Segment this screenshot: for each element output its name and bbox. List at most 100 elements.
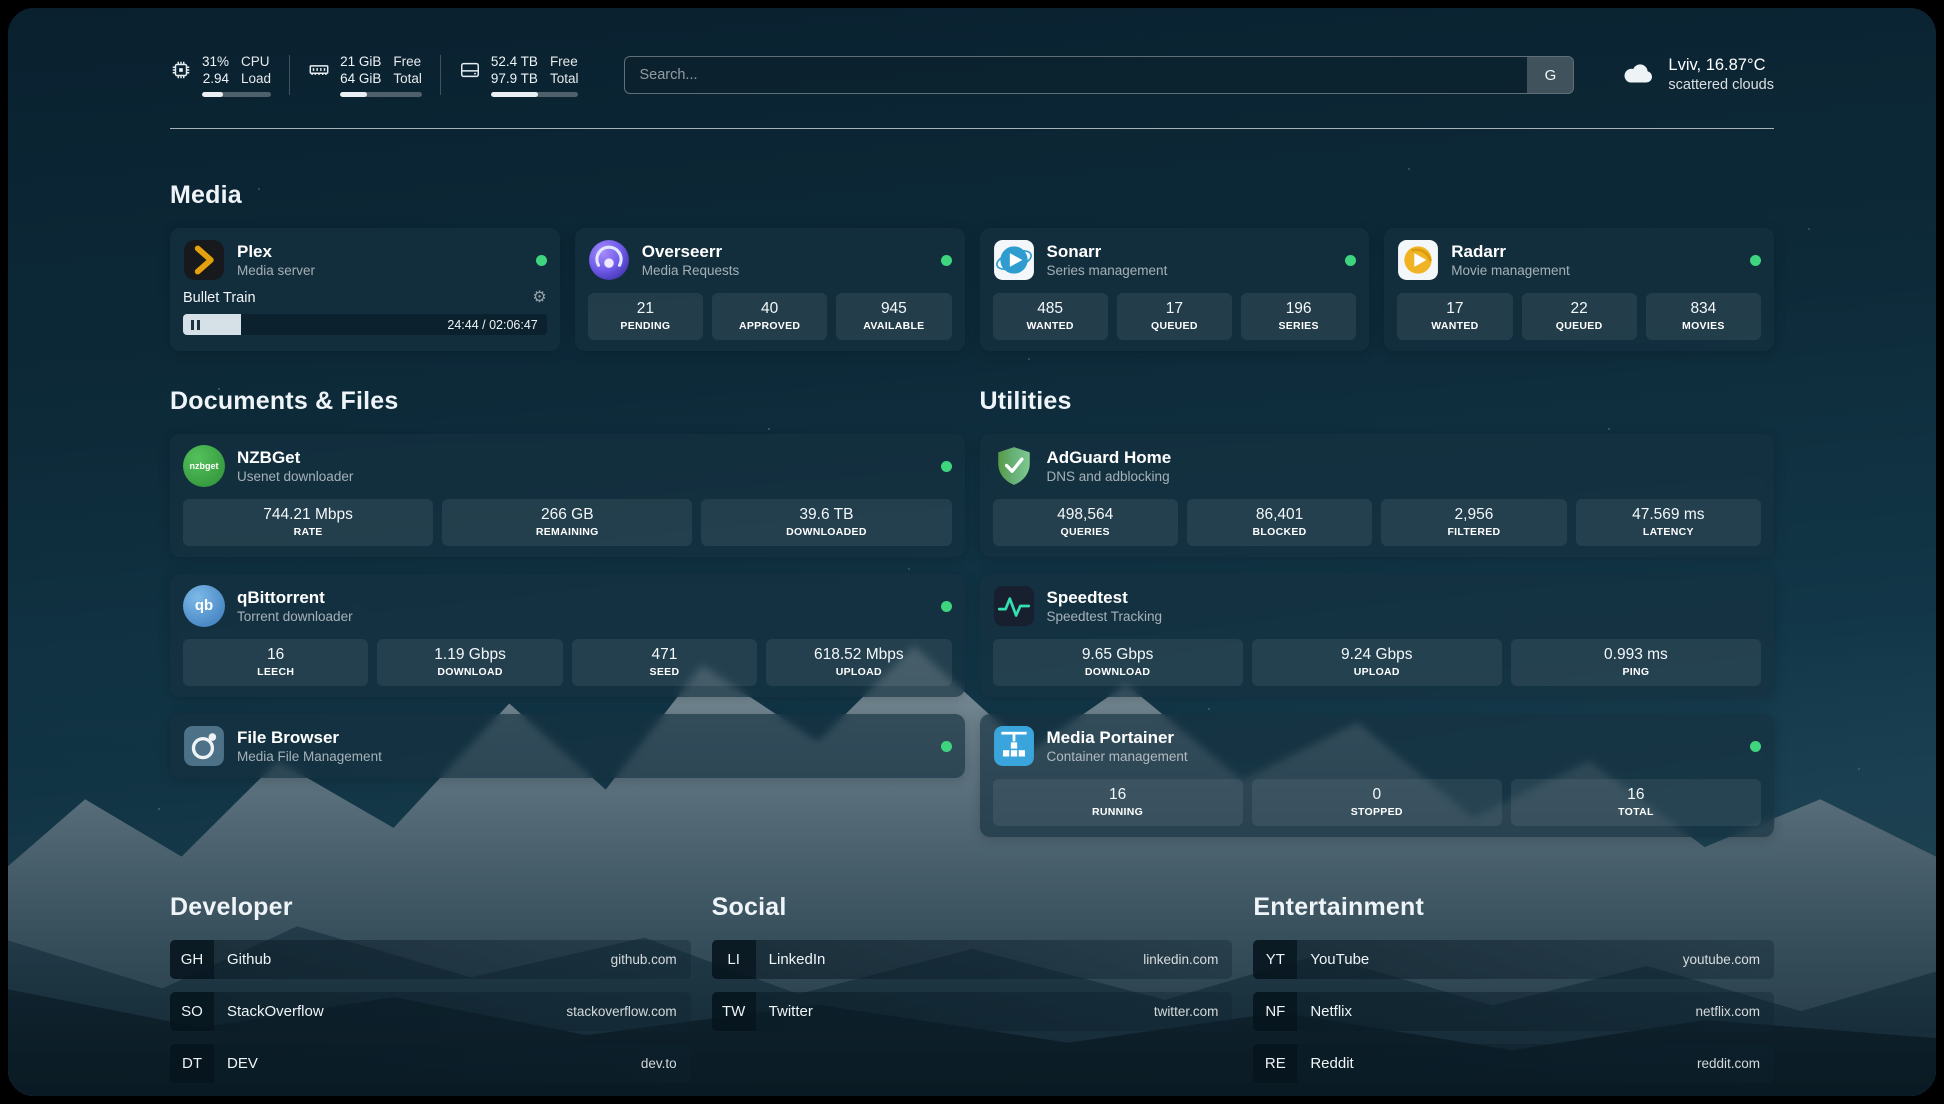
status-dot	[1345, 255, 1356, 266]
bookmark-abbr: TW	[712, 992, 756, 1031]
stat-stopped: 0 STOPPED	[1252, 779, 1502, 826]
bookmark-abbr: NF	[1253, 992, 1297, 1031]
weather-location: Lviv, 16.87°C	[1668, 55, 1774, 76]
service-desc: Speedtest Tracking	[1047, 608, 1163, 626]
sonarr-card[interactable]: Sonarr Series management 485 WANTED 17 Q…	[980, 228, 1370, 351]
status-dot	[941, 741, 952, 752]
bookmark-twitter[interactable]: TW Twitter twitter.com	[712, 992, 1233, 1031]
bookmark-name: LinkedIn	[769, 951, 826, 968]
separator	[440, 55, 441, 95]
service-desc: Media Requests	[642, 262, 740, 280]
stat-leech: 16 LEECH	[183, 639, 368, 686]
bookmark-url: reddit.com	[1697, 1056, 1760, 1071]
stat-series: 196 SERIES	[1241, 293, 1356, 340]
bookmark-stackoverflow[interactable]: SO StackOverflow stackoverflow.com	[170, 992, 691, 1031]
overseerr-card[interactable]: Overseerr Media Requests 21 PENDING 40 A…	[575, 228, 965, 351]
filebrowser-card[interactable]: File Browser Media File Management	[170, 714, 965, 778]
cpu-widget: 31% CPU 2.94 Load	[170, 53, 271, 97]
bookmark-dev[interactable]: DT DEV dev.to	[170, 1044, 691, 1083]
memory-free-value: 21 GiB	[340, 53, 381, 70]
topbar: 31% CPU 2.94 Load	[170, 48, 1774, 102]
stat-download: 9.65 Gbps DOWNLOAD	[993, 639, 1243, 686]
bookmark-github[interactable]: GH Github github.com	[170, 940, 691, 979]
cpu-load-label: Load	[241, 70, 271, 87]
disk-free-label: Free	[550, 53, 579, 70]
gear-icon[interactable]: ⚙	[532, 290, 546, 306]
qbittorrent-icon: qb	[183, 585, 225, 627]
stat-wanted: 17 WANTED	[1397, 293, 1512, 340]
plex-card[interactable]: Plex Media server Bullet Train ⚙ 24:44 /…	[170, 228, 560, 351]
service-name: qBittorrent	[237, 587, 353, 608]
memory-total-value: 64 GiB	[340, 70, 381, 87]
service-desc: Usenet downloader	[237, 468, 353, 486]
bookmark-url: dev.to	[641, 1056, 677, 1071]
speedtest-icon	[993, 585, 1035, 627]
bookmark-name: Netflix	[1310, 1003, 1352, 1020]
service-name: Plex	[237, 241, 315, 262]
stat-available: 945 AVAILABLE	[836, 293, 951, 340]
status-dot	[1750, 255, 1761, 266]
bookmark-url: youtube.com	[1683, 952, 1760, 967]
nzbget-icon: nzbget	[183, 445, 225, 487]
stat-pending: 21 PENDING	[588, 293, 703, 340]
disk-bar	[491, 92, 579, 97]
service-name: AdGuard Home	[1047, 447, 1172, 468]
search-input[interactable]	[624, 56, 1574, 94]
radarr-icon	[1397, 239, 1439, 281]
search-bar: G	[624, 56, 1574, 94]
nzbget-card[interactable]: nzbget NZBGet Usenet downloader 744.21 M…	[170, 434, 965, 557]
bookmark-netflix[interactable]: NF Netflix netflix.com	[1253, 992, 1774, 1031]
bookmark-reddit[interactable]: RE Reddit reddit.com	[1253, 1044, 1774, 1083]
bookmark-name: StackOverflow	[227, 1003, 324, 1020]
service-name: NZBGet	[237, 447, 353, 468]
stat-movies: 834 MOVIES	[1646, 293, 1761, 340]
cpu-icon	[170, 59, 192, 81]
bookmarks-entertainment: Entertainment YT YouTube youtube.com NF …	[1253, 837, 1774, 1083]
bookmark-abbr: GH	[170, 940, 214, 979]
bookmark-url: github.com	[611, 952, 677, 967]
memory-widget: 21 GiB Free 64 GiB Total	[308, 53, 422, 97]
playback-progress: 24:44 / 02:06:47	[183, 314, 547, 335]
memory-total-label: Total	[393, 70, 422, 87]
status-dot	[941, 601, 952, 612]
stat-blocked: 86,401 BLOCKED	[1187, 499, 1372, 546]
bookmark-name: DEV	[227, 1055, 258, 1072]
memory-free-label: Free	[393, 53, 422, 70]
sonarr-icon	[993, 239, 1035, 281]
memory-icon	[308, 59, 330, 81]
disk-total-value: 97.9 TB	[491, 70, 538, 87]
bookmark-youtube[interactable]: YT YouTube youtube.com	[1253, 940, 1774, 979]
adguard-card[interactable]: AdGuard Home DNS and adblocking 498,564 …	[980, 434, 1775, 557]
qbittorrent-card[interactable]: qb qBittorrent Torrent downloader 16	[170, 574, 965, 697]
service-name: Overseerr	[642, 241, 740, 262]
search-provider-button[interactable]: G	[1527, 57, 1573, 93]
portainer-card[interactable]: Media Portainer Container management 16 …	[980, 714, 1775, 837]
bookmark-linkedin[interactable]: LI LinkedIn linkedin.com	[712, 940, 1233, 979]
speedtest-card[interactable]: Speedtest Speedtest Tracking 9.65 Gbps D…	[980, 574, 1775, 697]
cpu-bar	[202, 92, 271, 97]
stat-download: 1.19 Gbps DOWNLOAD	[377, 639, 562, 686]
service-desc: Container management	[1047, 748, 1188, 766]
pause-icon[interactable]	[191, 320, 200, 330]
stat-queued: 22 QUEUED	[1522, 293, 1637, 340]
stat-queued: 17 QUEUED	[1117, 293, 1232, 340]
service-desc: Series management	[1047, 262, 1168, 280]
disk-total-label: Total	[550, 70, 579, 87]
status-dot	[1750, 741, 1761, 752]
radarr-card[interactable]: Radarr Movie management 17 WANTED 22 QUE…	[1384, 228, 1774, 351]
disk-widget: 52.4 TB Free 97.9 TB Total	[459, 53, 579, 97]
media-cards: Plex Media server Bullet Train ⚙ 24:44 /…	[170, 228, 1774, 351]
dashboard-screen: 31% CPU 2.94 Load	[8, 8, 1936, 1096]
bookmark-abbr: RE	[1253, 1044, 1297, 1083]
weather-condition: scattered clouds	[1668, 76, 1774, 95]
stat-upload: 9.24 Gbps UPLOAD	[1252, 639, 1502, 686]
section-title-social: Social	[712, 893, 1233, 922]
weather-widget: Lviv, 16.87°C scattered clouds	[1620, 55, 1774, 95]
section-title-developer: Developer	[170, 893, 691, 922]
bookmarks-developer: Developer GH Github github.com SO StackO…	[170, 837, 691, 1083]
status-dot	[536, 255, 547, 266]
stat-upload: 618.52 Mbps UPLOAD	[766, 639, 951, 686]
bookmarks-social: Social LI LinkedIn linkedin.com TW Twitt…	[712, 837, 1233, 1083]
bookmark-name: Github	[227, 951, 271, 968]
disk-icon	[459, 59, 481, 81]
